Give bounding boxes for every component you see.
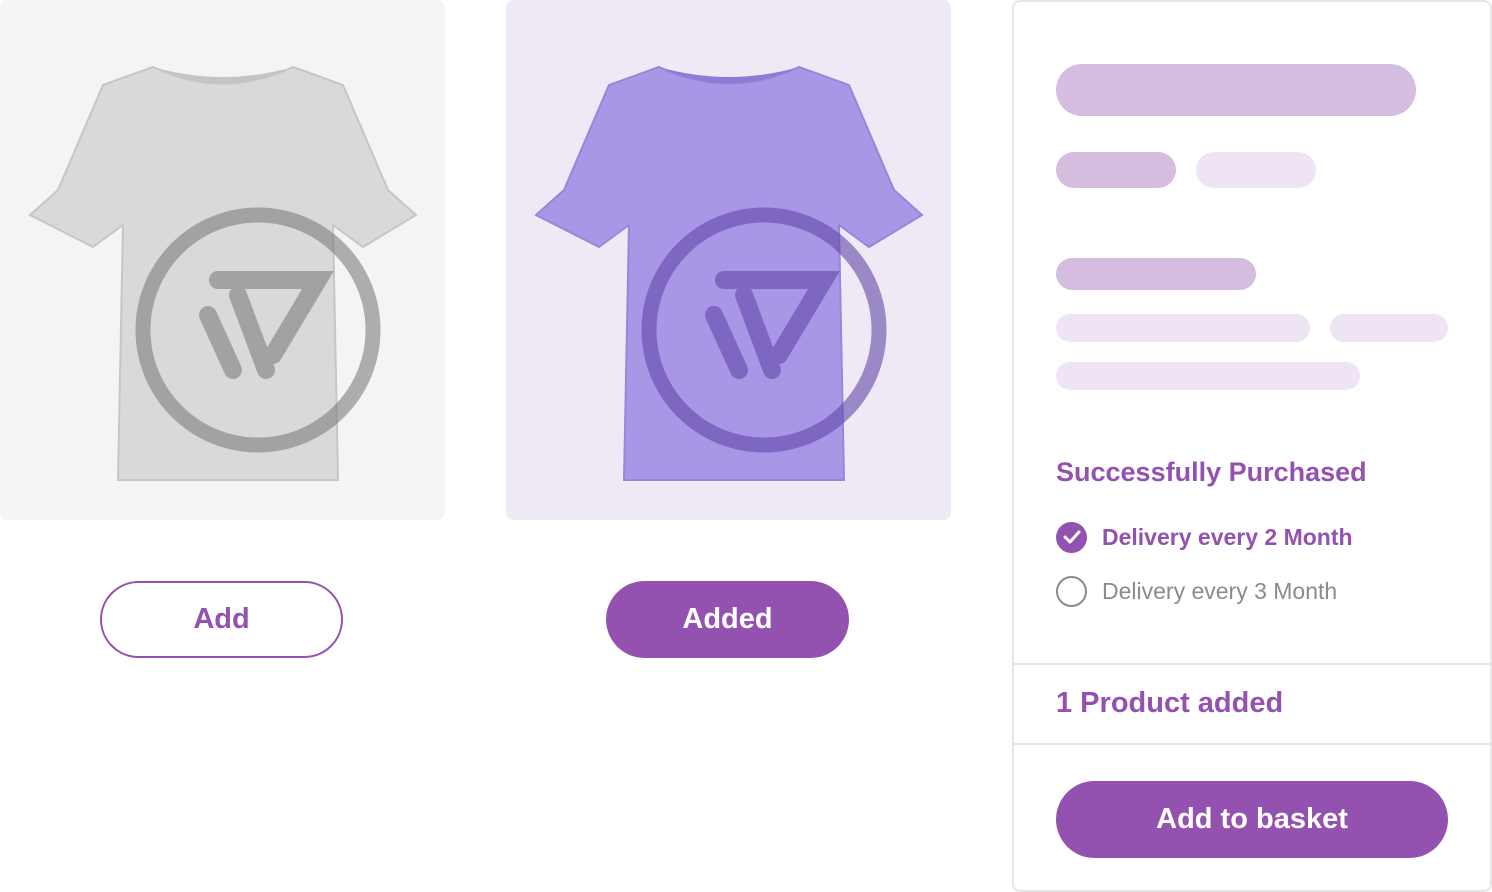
- skeleton-line-2: [1056, 362, 1360, 390]
- added-button[interactable]: Added: [606, 581, 849, 658]
- product-image-gray-tshirt: [0, 0, 445, 520]
- delivery-option-label: Delivery every 2 Month: [1102, 523, 1353, 550]
- skeleton-line-1b: [1330, 314, 1448, 342]
- tshirt-gray-illustration: [27, 65, 418, 481]
- product-count-text: 1 Product added: [1056, 687, 1284, 719]
- add-to-basket-button[interactable]: Add to basket: [1056, 781, 1448, 858]
- skeleton-line-1a: [1056, 314, 1310, 342]
- delivery-option-label: Delivery every 3 Month: [1102, 577, 1338, 604]
- purchase-panel: Successfully Purchased Delivery every 2 …: [1012, 0, 1492, 892]
- delivery-option-2-month[interactable]: Delivery every 2 Month: [1056, 521, 1353, 553]
- skeleton-tag-1: [1056, 152, 1176, 188]
- skeleton-title: [1056, 64, 1416, 116]
- divider: [1014, 663, 1490, 665]
- skeleton-tag-2: [1196, 152, 1316, 188]
- product-image-purple-tshirt: [506, 0, 951, 520]
- radio-empty-icon[interactable]: [1056, 575, 1087, 607]
- check-circle-icon[interactable]: [1056, 521, 1087, 553]
- tshirt-purple-illustration: [533, 65, 924, 481]
- add-button[interactable]: Add: [100, 581, 343, 658]
- purchase-status-title: Successfully Purchased: [1056, 457, 1367, 487]
- divider: [1014, 743, 1490, 745]
- skeleton-subheading: [1056, 258, 1256, 290]
- delivery-option-3-month[interactable]: Delivery every 3 Month: [1056, 575, 1337, 607]
